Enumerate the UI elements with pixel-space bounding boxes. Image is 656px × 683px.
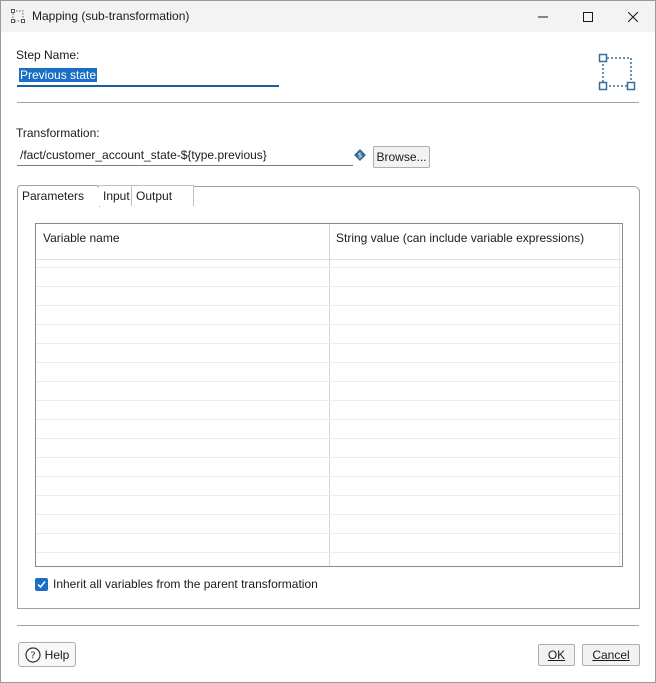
close-icon [628, 11, 638, 22]
inherit-variables-checkbox[interactable] [35, 577, 48, 591]
table-row[interactable] [36, 381, 622, 382]
table-row[interactable] [36, 419, 622, 420]
table-row[interactable] [36, 362, 622, 363]
table-row[interactable] [36, 305, 622, 306]
table-row[interactable] [36, 552, 622, 553]
minimize-icon [538, 16, 548, 17]
tab-output[interactable]: Output [132, 185, 194, 206]
browse-button[interactable]: Browse... [373, 146, 430, 168]
table-row[interactable] [36, 343, 622, 344]
step-name-label: Step Name: [16, 48, 80, 62]
step-name-input[interactable]: Previous state [17, 67, 279, 87]
tab-input[interactable]: Input [99, 185, 132, 206]
help-label: Help [44, 647, 70, 662]
column-header-variable-name[interactable]: Variable name [43, 231, 120, 245]
ok-label: OK [547, 648, 566, 662]
checkmark-icon [37, 580, 46, 588]
svg-text:?: ? [30, 650, 35, 661]
ok-button[interactable]: OK [538, 644, 575, 666]
table-row[interactable] [36, 457, 622, 458]
dialog-content: Step Name: Previous state Transformation… [1, 32, 655, 682]
variable-diamond-icon[interactable]: $ [354, 149, 366, 161]
help-icon: ? [25, 646, 41, 663]
inherit-variables-label: Inherit all variables from the parent tr… [53, 577, 318, 591]
step-name-value: Previous state [19, 68, 98, 82]
help-button[interactable]: ? Help [18, 642, 76, 667]
table-row[interactable] [36, 514, 622, 515]
mapping-step-icon [11, 9, 25, 23]
parameters-table[interactable]: Variable name String value (can include … [35, 223, 623, 567]
table-row[interactable] [36, 324, 622, 325]
table-row[interactable] [36, 438, 622, 439]
table-row[interactable] [36, 286, 622, 287]
cancel-button[interactable]: Cancel [582, 644, 640, 666]
column-divider [329, 224, 330, 566]
window-title: Mapping (sub-transformation) [32, 9, 190, 23]
table-row[interactable] [36, 400, 622, 401]
table-row[interactable] [36, 267, 622, 268]
dialog-window: Mapping (sub-transformation) Step Name: … [0, 0, 656, 683]
separator [17, 625, 639, 626]
cancel-label: Cancel [592, 648, 630, 662]
column-divider [619, 224, 620, 566]
svg-text:$: $ [358, 152, 362, 160]
maximize-icon [583, 11, 593, 22]
transformation-path-input[interactable]: /fact/customer_account_state-${type.prev… [17, 146, 353, 166]
tab-parameters[interactable]: Parameters [17, 185, 100, 207]
title-bar[interactable]: Mapping (sub-transformation) [1, 1, 655, 32]
maximize-button[interactable] [565, 1, 611, 32]
transformation-label: Transformation: [16, 126, 100, 140]
inherit-variables-option[interactable]: Inherit all variables from the parent tr… [35, 577, 318, 591]
table-row[interactable] [36, 533, 622, 534]
table-row[interactable] [36, 476, 622, 477]
mapping-step-icon [598, 53, 636, 91]
table-row[interactable] [36, 495, 622, 496]
close-button[interactable] [610, 1, 656, 32]
separator [17, 102, 639, 103]
minimize-button[interactable] [520, 1, 566, 32]
column-header-string-value[interactable]: String value (can include variable expre… [336, 231, 584, 245]
